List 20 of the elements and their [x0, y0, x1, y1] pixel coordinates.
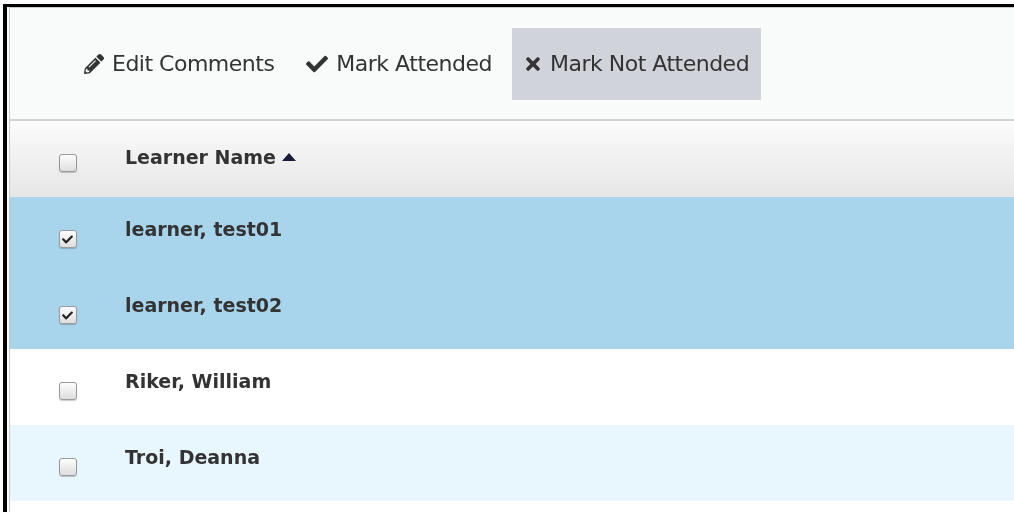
checkbox[interactable] [58, 230, 77, 248]
learner-name: learner, test02 [125, 292, 283, 318]
table-row[interactable]: learner, test01 [10, 197, 1014, 273]
pencil-icon [84, 53, 104, 74]
checkbox[interactable] [58, 458, 77, 476]
checkbox[interactable] [58, 382, 77, 400]
learner-name: Troi, Deanna [125, 444, 260, 470]
toolbar-button[interactable]: Edit Comments [72, 27, 287, 100]
column-header[interactable]: Learner Name [125, 142, 296, 176]
checkbox[interactable] [58, 306, 77, 324]
table-row[interactable]: Troi, Deanna [10, 425, 1014, 501]
check-icon [62, 233, 73, 245]
learner-name: learner, test01 [125, 216, 283, 242]
checkbox[interactable] [58, 154, 77, 172]
toolbar-button[interactable]: Mark Attended [294, 27, 504, 100]
table-row[interactable]: learner, test02 [10, 273, 1014, 349]
header-label: Learner Name [125, 144, 276, 170]
learner-name: Riker, William [125, 368, 272, 394]
toolbar-button[interactable]: Mark Not Attended [511, 27, 762, 100]
check-icon [62, 309, 73, 321]
